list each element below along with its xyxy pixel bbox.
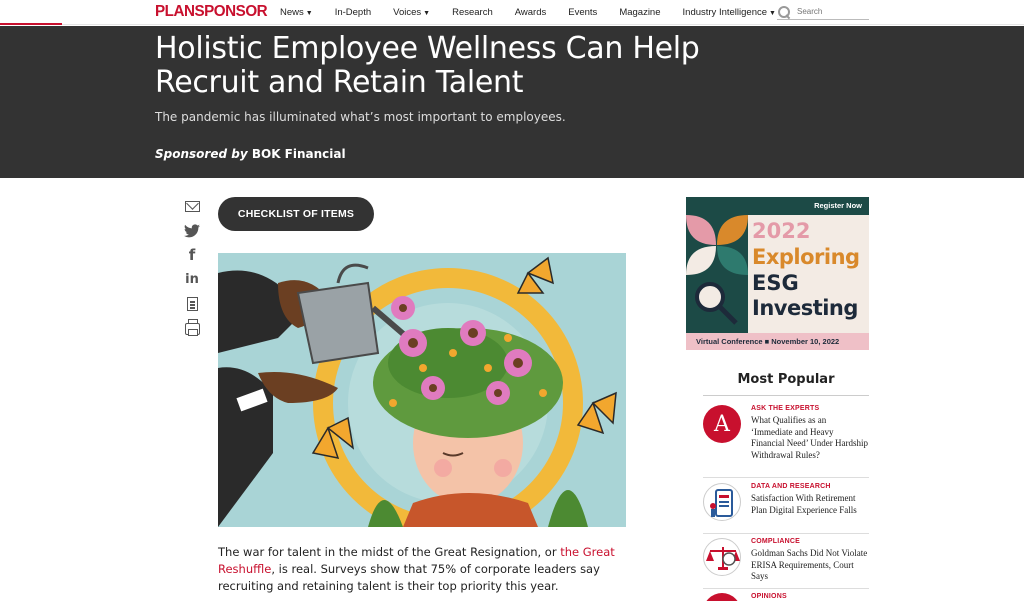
share-rail: f in	[184, 198, 204, 345]
nav-item-magazine[interactable]: Magazine	[619, 7, 660, 18]
caret-down-icon: ▼	[423, 10, 431, 17]
most-popular-title: Most Popular	[737, 372, 835, 387]
popular-item[interactable]: COMPLIANCE Goldman Sachs Did Not Violate…	[703, 538, 869, 584]
sponsor-line: Sponsored by BOK Financial	[155, 147, 346, 161]
sponsor-prefix: Sponsored by	[155, 147, 248, 161]
nav-item-awards[interactable]: Awards	[515, 7, 547, 18]
ad-year: 2022	[752, 219, 811, 243]
paragraph-text: The war for talent in the midst of the G…	[218, 545, 561, 559]
accent-line	[0, 23, 62, 25]
nav-item-label: Voices	[393, 7, 422, 18]
popular-category: OPINIONS	[751, 593, 787, 600]
sponsor-name[interactable]: BOK Financial	[252, 147, 346, 161]
nav-item-label: In-Depth	[334, 7, 372, 18]
popular-headline[interactable]: What Qualifies as an ‘Immediate and Heav…	[751, 415, 869, 461]
ad-register-label: Register Now	[814, 201, 862, 210]
search-icon[interactable]	[777, 5, 791, 19]
article-illustration	[218, 253, 626, 527]
twitter-icon[interactable]	[184, 223, 200, 239]
ad-graphic	[686, 215, 748, 333]
divider	[703, 533, 869, 534]
top-nav: PLANSPONSOR News ▼ In-Depth Voices ▼ Resea…	[0, 0, 1024, 25]
nav-item-label: Industry Intelligence	[682, 7, 768, 18]
nav-item-label: Magazine	[619, 7, 661, 18]
ad-footer-text: Virtual Conference ■ November 10, 2022	[696, 337, 840, 346]
popular-thumbnail	[703, 483, 741, 521]
popular-item[interactable]: OPINIONS	[703, 593, 869, 601]
print-icon[interactable]	[184, 318, 200, 337]
article-paragraph: The war for talent in the midst of the G…	[218, 544, 638, 595]
article-title: Holistic Employee Wellness Can Help Recr…	[155, 31, 700, 100]
popular-category: COMPLIANCE	[751, 538, 801, 545]
search-input[interactable]	[797, 7, 865, 16]
nav-item-label: Awards	[514, 7, 547, 18]
popular-item[interactable]: A ASK THE EXPERTS What Qualifies as an ‘…	[703, 405, 869, 471]
nav-item-label: Events	[568, 7, 598, 18]
ad-line-exploring: Exploring	[752, 245, 860, 269]
mail-icon[interactable]	[184, 198, 200, 214]
article-hero: Holistic Employee Wellness Can Help Recr…	[0, 26, 1024, 178]
popular-thumbnail	[703, 538, 741, 576]
caret-down-icon: ▼	[769, 10, 776, 17]
divider	[703, 477, 869, 478]
ad-line-esg: ESG	[752, 271, 799, 295]
nav-item-industry-intelligence[interactable]: Industry Intelligence ▼	[683, 7, 776, 18]
linkedin-icon[interactable]: in	[184, 272, 200, 288]
ad-line-investing: Investing	[752, 296, 858, 320]
document-icon[interactable]	[184, 296, 200, 312]
nav-menu: News ▼ In-Depth Voices ▼ Research Awards E…	[280, 0, 798, 25]
caret-down-icon: ▼	[305, 10, 313, 17]
checklist-button[interactable]: CHECKLIST OF ITEMS	[218, 197, 374, 231]
nav-item-voices[interactable]: Voices ▼	[393, 7, 430, 18]
popular-category: ASK THE EXPERTS	[751, 405, 820, 412]
popular-headline[interactable]: Goldman Sachs Did Not Violate ERISA Requ…	[751, 548, 869, 583]
popular-thumbnail	[703, 593, 741, 601]
nav-item-in-depth[interactable]: In-Depth	[335, 7, 371, 18]
divider	[703, 395, 869, 396]
search-box	[777, 4, 869, 20]
facebook-icon[interactable]: f	[184, 247, 200, 263]
nav-item-label: News	[280, 7, 304, 18]
paragraph-text: , is real. Surveys show that 75% of corp…	[218, 562, 600, 593]
site-logo[interactable]: PLANSPONSOR	[155, 3, 268, 21]
popular-item[interactable]: DATA AND RESEARCH Satisfaction With Reti…	[703, 483, 869, 529]
nav-item-label: Research	[452, 7, 493, 18]
divider	[703, 588, 869, 589]
popular-thumbnail: A	[703, 405, 741, 443]
esg-conference-ad[interactable]: Register Now 2022 Exploring ESG Investin…	[686, 197, 869, 350]
popular-category: DATA AND RESEARCH	[751, 483, 831, 490]
nav-item-events[interactable]: Events	[568, 7, 597, 18]
nav-item-research[interactable]: Research	[452, 7, 493, 18]
popular-headline[interactable]: Satisfaction With Retirement Plan Digita…	[751, 493, 869, 516]
article-dek: The pandemic has illuminated what’s most…	[155, 110, 566, 124]
nav-item-news[interactable]: News ▼	[280, 7, 313, 18]
